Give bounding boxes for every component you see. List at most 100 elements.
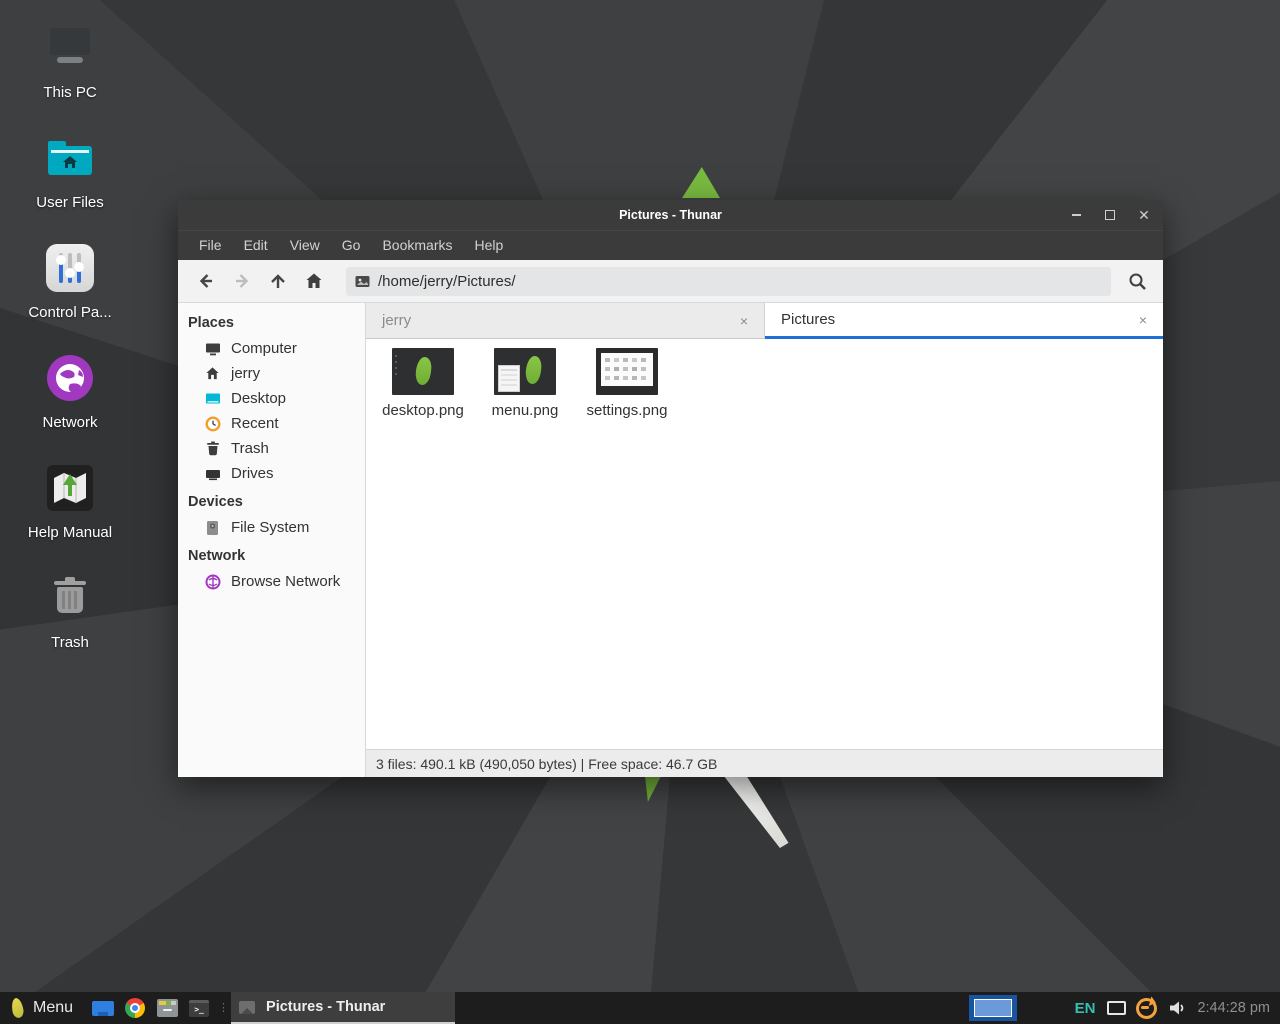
file-view[interactable]: desktop.png menu.png settings.png bbox=[366, 339, 1163, 749]
sidebar-header-places: Places bbox=[178, 307, 365, 336]
active-workspace bbox=[974, 999, 1012, 1017]
maximize-button[interactable] bbox=[1103, 208, 1117, 222]
desktop-icon-network[interactable]: Network bbox=[10, 354, 130, 431]
file-menu-png[interactable]: menu.png bbox=[474, 348, 576, 419]
sidebar-item-recent[interactable]: Recent bbox=[178, 411, 365, 436]
sidebar-item-label: jerry bbox=[231, 365, 260, 382]
file-manager-launcher[interactable] bbox=[151, 992, 183, 1024]
home-button[interactable] bbox=[296, 266, 332, 296]
recent-clock-icon bbox=[204, 415, 221, 432]
tab-close-icon[interactable]: × bbox=[1139, 313, 1147, 327]
task-button-thunar[interactable]: Pictures - Thunar bbox=[231, 992, 455, 1024]
menu-file[interactable]: File bbox=[188, 233, 233, 257]
wallpaper-green-sliver bbox=[645, 776, 661, 802]
desktop-icon-label: Network bbox=[42, 414, 97, 431]
desktop-icon-user-files[interactable]: User Files bbox=[10, 134, 130, 211]
panel-handle-icon: ⋮ bbox=[218, 1003, 228, 1014]
desktop-icon-label: User Files bbox=[36, 194, 104, 211]
file-thumbnail bbox=[494, 348, 556, 395]
this-pc-icon bbox=[46, 24, 94, 72]
sidebar-item-computer[interactable]: Computer bbox=[178, 336, 365, 361]
up-button[interactable] bbox=[260, 266, 296, 296]
chrome-icon bbox=[125, 998, 145, 1018]
tab-label: Pictures bbox=[781, 311, 835, 328]
thunar-window: Pictures - Thunar ✕ File Edit View Go Bo… bbox=[178, 200, 1163, 777]
clock[interactable]: 2:44:28 pm bbox=[1197, 1000, 1270, 1016]
file-thumbnail bbox=[596, 348, 658, 395]
help-manual-icon bbox=[46, 464, 94, 512]
status-bar: 3 files: 490.1 kB (490,050 bytes) | Free… bbox=[366, 749, 1163, 777]
menu-edit[interactable]: Edit bbox=[233, 233, 279, 257]
desktop-icon-trash[interactable]: Trash bbox=[10, 574, 130, 651]
close-button[interactable]: ✕ bbox=[1137, 208, 1151, 222]
sidebar-item-label: Desktop bbox=[231, 390, 286, 407]
network-globe-icon bbox=[46, 354, 94, 402]
sidebar-header-network: Network bbox=[178, 540, 365, 569]
sidebar-item-jerry[interactable]: jerry bbox=[178, 361, 365, 386]
keyboard-layout-indicator[interactable]: EN bbox=[1075, 1000, 1096, 1017]
terminal-launcher[interactable]: >_ bbox=[183, 992, 215, 1024]
wallpaper-mint-leaf-tip bbox=[682, 167, 720, 198]
window-icon bbox=[239, 1001, 255, 1014]
terminal-icon: >_ bbox=[189, 1000, 209, 1017]
drives-icon bbox=[204, 465, 221, 482]
sidebar-item-label: File System bbox=[231, 519, 309, 536]
file-name: settings.png bbox=[587, 402, 668, 419]
globe-icon bbox=[204, 573, 221, 590]
status-text: 3 files: 490.1 kB (490,050 bytes) | Free… bbox=[376, 756, 717, 772]
sidebar-item-trash[interactable]: Trash bbox=[178, 436, 365, 461]
show-desktop-icon bbox=[92, 1001, 114, 1016]
tab-close-icon[interactable]: × bbox=[740, 314, 748, 328]
forward-button[interactable] bbox=[224, 266, 260, 296]
control-panel-icon bbox=[46, 244, 94, 292]
system-tray: EN 2:44:28 pm bbox=[969, 995, 1280, 1021]
tab-jerry[interactable]: jerry × bbox=[366, 303, 765, 339]
back-button[interactable] bbox=[188, 266, 224, 296]
user-files-folder-icon bbox=[46, 134, 94, 182]
trash-can-icon bbox=[46, 574, 94, 622]
sidebar-item-desktop[interactable]: Desktop bbox=[178, 386, 365, 411]
file-thumbnail bbox=[392, 348, 454, 395]
search-button[interactable] bbox=[1119, 266, 1155, 296]
sidebar-item-label: Drives bbox=[231, 465, 274, 482]
places-sidebar: Places Computer jerry Desktop Recent Tra… bbox=[178, 303, 366, 777]
desktop-icon-label: Trash bbox=[51, 634, 89, 651]
display-tray-icon[interactable] bbox=[1107, 1001, 1126, 1015]
desktop-icon-label: This PC bbox=[43, 84, 96, 101]
trash-icon bbox=[204, 440, 221, 457]
show-desktop-button[interactable] bbox=[87, 992, 119, 1024]
mint-menu-icon[interactable] bbox=[10, 997, 24, 1019]
menu-help[interactable]: Help bbox=[464, 233, 515, 257]
minimize-button[interactable] bbox=[1069, 208, 1083, 222]
desktop-icon-label: Help Manual bbox=[28, 524, 112, 541]
menu-button[interactable]: Menu bbox=[33, 999, 73, 1017]
volume-icon[interactable] bbox=[1169, 1000, 1187, 1016]
wallpaper-white-blade bbox=[718, 774, 790, 848]
desktop-icon-help-manual[interactable]: Help Manual bbox=[10, 464, 130, 541]
filesystem-icon bbox=[204, 519, 221, 536]
menu-go[interactable]: Go bbox=[331, 233, 372, 257]
path-text: /home/jerry/Pictures/ bbox=[378, 273, 516, 290]
task-button-label: Pictures - Thunar bbox=[266, 999, 385, 1015]
sidebar-item-drives[interactable]: Drives bbox=[178, 461, 365, 486]
sidebar-item-label: Trash bbox=[231, 440, 269, 457]
toolbar: /home/jerry/Pictures/ bbox=[178, 260, 1163, 303]
file-desktop-png[interactable]: desktop.png bbox=[372, 348, 474, 419]
tab-pictures[interactable]: Pictures × bbox=[765, 303, 1163, 339]
home-icon bbox=[204, 365, 221, 382]
title-bar[interactable]: Pictures - Thunar ✕ bbox=[178, 200, 1163, 230]
file-name: menu.png bbox=[492, 402, 559, 419]
update-manager-icon[interactable] bbox=[1136, 998, 1157, 1019]
sidebar-item-browse-network[interactable]: Browse Network bbox=[178, 569, 365, 594]
sidebar-item-file-system[interactable]: File System bbox=[178, 515, 365, 540]
desktop-icon-this-pc[interactable]: This PC bbox=[10, 24, 130, 101]
workspace-switcher[interactable] bbox=[969, 995, 1017, 1021]
menu-bookmarks[interactable]: Bookmarks bbox=[371, 233, 463, 257]
desktop-icon-control-panel[interactable]: Control Pa... bbox=[10, 244, 130, 321]
file-settings-png[interactable]: settings.png bbox=[576, 348, 678, 419]
path-bar[interactable]: /home/jerry/Pictures/ bbox=[346, 267, 1111, 296]
menu-view[interactable]: View bbox=[279, 233, 331, 257]
chrome-launcher[interactable] bbox=[119, 992, 151, 1024]
tab-label: jerry bbox=[382, 312, 411, 329]
sidebar-header-devices: Devices bbox=[178, 486, 365, 515]
